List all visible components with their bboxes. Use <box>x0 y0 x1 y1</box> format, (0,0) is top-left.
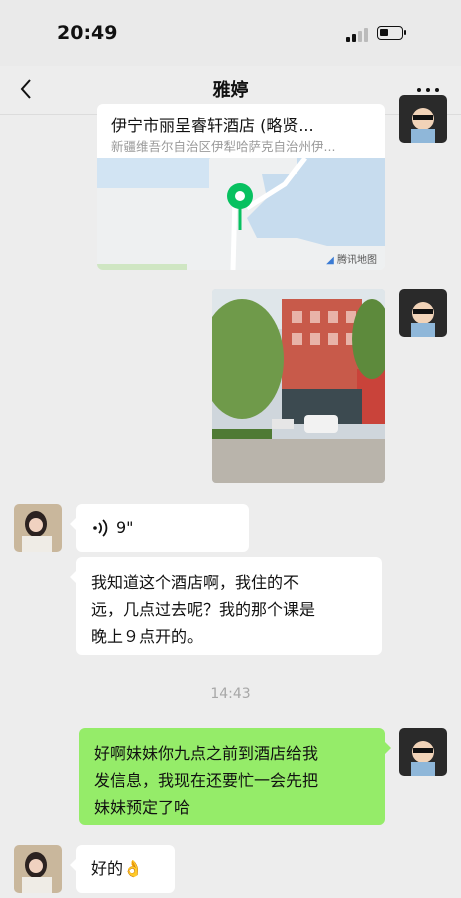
contact-photo <box>14 504 62 552</box>
received-message[interactable]: 好的👌 <box>70 845 175 893</box>
more-dots-icon <box>417 88 421 92</box>
message-line: 远，几点过去呢？我的那个课是 <box>91 600 316 619</box>
message-line: 我知道这个酒店啊，我住的不 <box>91 573 300 592</box>
cartoon-boy-avatar <box>399 289 447 337</box>
battery-icon <box>377 26 406 40</box>
voice-message[interactable]: 9" <box>70 504 249 552</box>
contact-photo <box>14 845 62 893</box>
map-brand: ◢ 腾讯地图 <box>326 255 377 266</box>
contact-avatar[interactable] <box>14 845 62 893</box>
self-avatar[interactable] <box>399 95 447 143</box>
tencent-map-icon: ◢ <box>326 255 337 266</box>
message-line: 好啊妹妹你九点之前到酒店给我 <box>94 744 319 763</box>
message-timestamp: 14:43 <box>210 686 251 702</box>
voice-duration: 9" <box>116 518 134 537</box>
ok-hand-emoji-icon: 👌 <box>123 859 143 878</box>
location-message[interactable]: 伊宁市丽呈睿轩酒店 (略贤... 新疆维吾尔自治区伊犁哈萨克自治州伊... ◢ … <box>97 104 385 270</box>
message-line: 发信息，我现在还要忙一会先把 <box>94 771 319 790</box>
signal-icon <box>346 28 368 42</box>
photo-message[interactable] <box>212 289 385 483</box>
location-name: 伊宁市丽呈睿轩酒店 (略贤... <box>111 116 314 135</box>
message-line: 晚上９点开的。 <box>91 627 204 646</box>
contact-avatar[interactable] <box>14 504 62 552</box>
message-line: 妹妹预定了哈 <box>94 798 191 817</box>
self-avatar[interactable] <box>399 728 447 776</box>
cartoon-boy-avatar <box>399 728 447 776</box>
received-message[interactable]: 我知道这个酒店啊，我住的不 远，几点过去呢？我的那个课是 晚上９点开的。 <box>70 557 382 655</box>
status-time: 20:49 <box>57 22 118 44</box>
location-address: 新疆维吾尔自治区伊犁哈萨克自治州伊... <box>111 139 336 154</box>
status-bar: 20:49 <box>0 0 461 66</box>
location-map[interactable]: ◢ 腾讯地图 <box>97 158 385 270</box>
message-text: 好的 <box>91 859 124 878</box>
chat-title: 雅婷 <box>212 80 249 101</box>
voice-wave-icon <box>93 519 108 537</box>
hotel-photo <box>212 289 385 483</box>
sent-message[interactable]: 好啊妹妹你九点之前到酒店给我 发信息，我现在还要忙一会先把 妹妹预定了哈 <box>79 728 391 825</box>
self-avatar[interactable] <box>399 289 447 337</box>
cartoon-boy-avatar <box>399 95 447 143</box>
